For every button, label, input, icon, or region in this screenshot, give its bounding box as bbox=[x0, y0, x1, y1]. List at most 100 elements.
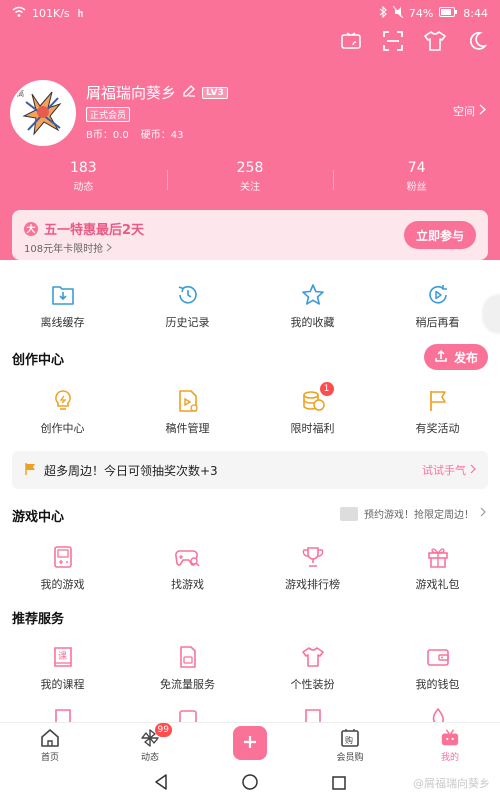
quick-action-label: 稍后再看 bbox=[415, 316, 460, 329]
clock: 8:44 bbox=[463, 6, 488, 20]
quick-action-history[interactable]: 历史记录 bbox=[125, 282, 250, 330]
creation-item-label: 创作中心 bbox=[40, 422, 85, 435]
svg-text:课: 课 bbox=[58, 651, 67, 662]
creation-center-item[interactable]: 创作中心 bbox=[0, 388, 125, 436]
history-icon bbox=[175, 282, 201, 308]
service-item-label: 我的钱包 bbox=[415, 678, 460, 691]
my-games-item[interactable]: 我的游戏 bbox=[0, 544, 125, 592]
avatar[interactable]: 高 bbox=[10, 80, 76, 146]
theme-shirt-icon[interactable] bbox=[424, 30, 446, 52]
find-games-item[interactable]: 找游戏 bbox=[125, 544, 250, 592]
try-luck-label: 试试手气 bbox=[422, 464, 466, 477]
stat-value: 74 bbox=[407, 160, 426, 176]
join-now-button[interactable]: 立即参与 bbox=[403, 221, 476, 249]
stat-dynamics[interactable]: 183 动态 bbox=[0, 160, 167, 200]
tab-label: 首页 bbox=[40, 753, 59, 763]
chevron-right-icon bbox=[480, 507, 486, 520]
sim-icon bbox=[175, 644, 201, 670]
tab-home[interactable]: 首页 bbox=[0, 728, 100, 763]
watch-later-icon bbox=[425, 282, 451, 308]
stat-value: 183 bbox=[69, 160, 97, 176]
watermark: @屑福瑞向葵乡 bbox=[413, 777, 490, 790]
member-badge: 正式会员 bbox=[86, 107, 131, 122]
personal-dressup-item[interactable]: 个性装扮 bbox=[250, 644, 375, 692]
stat-label: 动态 bbox=[73, 182, 94, 193]
mute-icon bbox=[392, 5, 404, 21]
space-link-label: 空间 bbox=[453, 105, 475, 118]
gift-icon bbox=[425, 544, 451, 570]
tab-member-shop[interactable]: 购 会员购 bbox=[300, 728, 400, 763]
back-nav-icon[interactable] bbox=[154, 774, 168, 794]
my-courses-item[interactable]: 课 我的课程 bbox=[0, 644, 125, 692]
limited-welfare-item[interactable]: 1 限时福利 bbox=[250, 382, 375, 436]
home-nav-icon[interactable] bbox=[242, 774, 258, 794]
try-luck-link[interactable]: 试试手气 bbox=[422, 462, 476, 478]
quick-action-watch-later[interactable]: 稍后再看 bbox=[375, 282, 500, 330]
gamepad-icon bbox=[50, 544, 76, 570]
status-bar: 101K/s 74% 8:44 bbox=[0, 0, 500, 26]
svg-text:高: 高 bbox=[17, 89, 24, 98]
manuscript-management-item[interactable]: 稿件管理 bbox=[125, 388, 250, 436]
recents-nav-icon[interactable] bbox=[332, 775, 346, 794]
my-wallet-item[interactable]: 我的钱包 bbox=[375, 644, 500, 692]
notice-text: 超多周边！今日可领抽奖次数+3 bbox=[44, 463, 218, 478]
game-gift-item[interactable]: 游戏礼包 bbox=[375, 544, 500, 592]
tab-label: 动态 bbox=[140, 753, 159, 763]
service-item-label: 我的课程 bbox=[40, 678, 85, 691]
chevron-right-icon bbox=[106, 243, 113, 255]
publish-label: 发布 bbox=[453, 350, 478, 365]
bcoin-balance: B币：0.0 bbox=[86, 130, 129, 141]
welfare-badge: 1 bbox=[319, 382, 334, 396]
stats-row: 183 动态 258 关注 74 粉丝 bbox=[0, 160, 500, 200]
quick-actions: 离线缓存 历史记录 我的收藏 稍后再看 bbox=[0, 282, 500, 330]
trophy-icon bbox=[300, 544, 326, 570]
promo-title-row: 大 五一特惠最后2天 bbox=[24, 219, 144, 238]
dynamics-badge: 99 bbox=[154, 723, 172, 737]
header-actions bbox=[340, 30, 488, 52]
reward-activity-item[interactable]: 有奖活动 bbox=[375, 388, 500, 436]
chevron-right-icon bbox=[470, 464, 476, 477]
stat-following[interactable]: 258 关注 bbox=[166, 160, 334, 200]
battery-percent: 74% bbox=[408, 6, 434, 20]
coin-balance: 硬币：43 bbox=[140, 130, 184, 141]
quick-action-label: 我的收藏 bbox=[290, 316, 335, 329]
creation-item-label: 限时福利 bbox=[290, 422, 335, 435]
plus-icon bbox=[242, 731, 258, 756]
pinwheel-icon: 99 bbox=[140, 723, 172, 748]
quick-action-label: 历史记录 bbox=[165, 316, 210, 329]
tv-icon bbox=[440, 728, 460, 748]
quick-action-offline-cache[interactable]: 离线缓存 bbox=[0, 282, 125, 330]
publish-fab-button[interactable] bbox=[233, 726, 267, 760]
quick-action-favorites[interactable]: 我的收藏 bbox=[250, 282, 375, 330]
tab-dynamics[interactable]: 99 动态 bbox=[100, 723, 200, 763]
battery-icon bbox=[439, 6, 458, 20]
download-icon bbox=[50, 282, 76, 308]
edit-icon[interactable] bbox=[182, 84, 196, 102]
space-link[interactable]: 空间 bbox=[453, 103, 486, 119]
night-mode-icon[interactable] bbox=[466, 30, 488, 52]
vip-promo-banner[interactable]: 大 五一特惠最后2天 108元年卡限时抢 立即参与 bbox=[12, 210, 488, 260]
free-data-service-item[interactable]: 免流量服务 bbox=[125, 644, 250, 692]
upload-icon bbox=[434, 349, 448, 366]
username[interactable]: 屑福瑞向葵乡 bbox=[86, 82, 176, 103]
star-icon bbox=[300, 282, 326, 308]
tab-label: 我的 bbox=[440, 753, 459, 763]
creation-grid: 创作中心 稿件管理 1 限时福利 有奖活动 bbox=[0, 382, 500, 436]
scan-icon[interactable] bbox=[382, 30, 404, 52]
stat-fans[interactable]: 74 粉丝 bbox=[333, 160, 500, 200]
services-section-title: 推荐服务 bbox=[12, 612, 65, 627]
game-item-label: 我的游戏 bbox=[40, 578, 85, 591]
game-item-label: 游戏礼包 bbox=[415, 578, 460, 591]
game-promo-link[interactable]: 预约游戏！抢限定周边！ bbox=[340, 506, 486, 521]
lottery-notice[interactable]: 超多周边！今日可领抽奖次数+3 试试手气 bbox=[12, 451, 488, 489]
cast-icon[interactable] bbox=[340, 30, 362, 52]
promo-title: 五一特惠最后2天 bbox=[44, 223, 145, 238]
publish-button[interactable]: 发布 bbox=[423, 344, 488, 370]
game-grid: 我的游戏 找游戏 游戏排行榜 游戏礼包 bbox=[0, 544, 500, 592]
tab-mine[interactable]: 我的 bbox=[400, 728, 500, 763]
tab-label: 会员购 bbox=[336, 753, 364, 763]
bluetooth-icon bbox=[379, 5, 387, 21]
stat-label: 粉丝 bbox=[406, 182, 427, 193]
game-ranking-item[interactable]: 游戏排行榜 bbox=[250, 544, 375, 592]
svg-text:购: 购 bbox=[345, 735, 353, 745]
